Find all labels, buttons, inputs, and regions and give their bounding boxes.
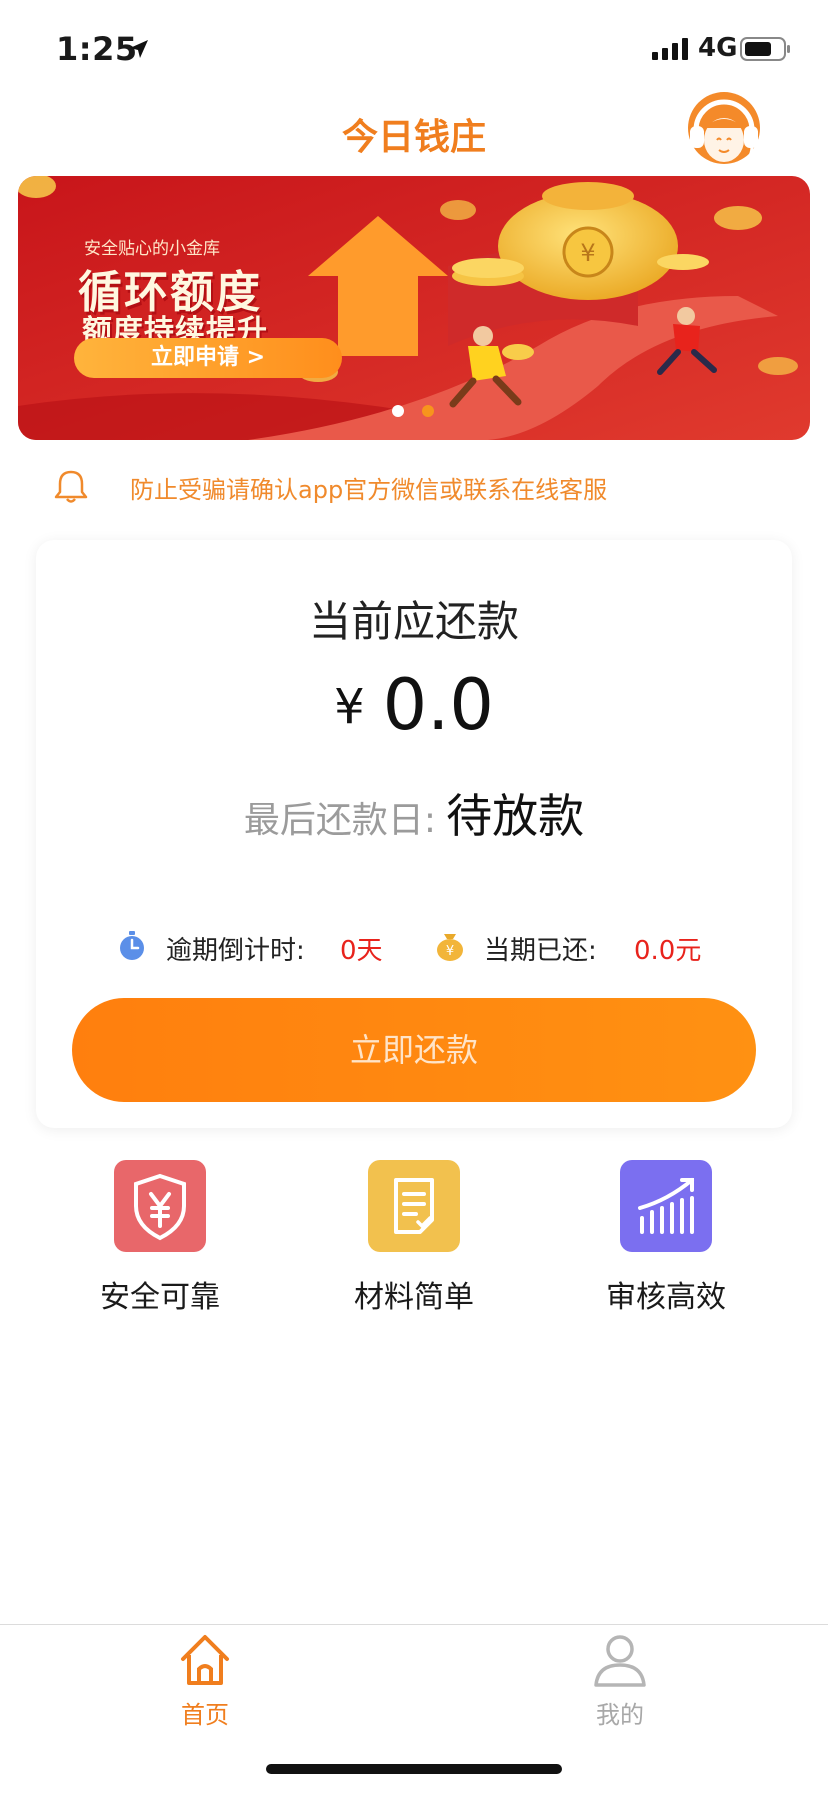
carousel-dot-active[interactable] [422,405,434,417]
feature-efficient: 审核高效 [576,1160,756,1330]
currency-symbol: ¥ [334,679,365,735]
overdue-countdown: 逾期倒计时: 0天 [116,926,416,966]
promo-banner[interactable]: ¥ 安全贴心的小金库 循环额度 额度持续提升 立即申请 > [18,176,810,440]
status-time: 1:25 [56,30,138,68]
notice-text: 防止受骗请确认app官方微信或联系在线客服 [130,476,608,504]
location-arrow-icon [130,40,148,58]
network-type: 4G [698,33,738,63]
customer-service-icon[interactable] [682,88,766,178]
repay-now-button[interactable]: 立即还款 [72,998,756,1102]
repayment-stats: 逾期倒计时: 0天 ¥ 当期已还: 0.0元 [116,926,756,966]
feature-simple: 材料简单 [324,1160,504,1330]
bar-chart-icon [620,1160,712,1252]
current-due-label: 当前应还款 [308,597,519,646]
paid-this-period: ¥ 当期已还: 0.0元 [434,926,754,966]
tab-mine-label: 我的 [596,1701,644,1729]
overdue-value: 0天 [340,936,383,966]
tab-home[interactable]: 首页 [145,1629,265,1729]
last-day-label: 最后还款日: [243,800,437,841]
feature-secure: 安全可靠 [70,1160,250,1330]
due-amount: ¥0.0 [36,664,792,746]
svg-text:¥: ¥ [580,239,595,267]
home-indicator [266,1764,562,1774]
tab-home-label: 首页 [181,1701,229,1729]
carousel-indicator [392,402,452,421]
due-amount-value: 0.0 [382,664,494,746]
paid-value: 0.0元 [634,936,702,966]
last-repayment-day: 最后还款日: 待放款 [36,780,792,846]
repayment-card: 当前应还款 ¥0.0 最后还款日: 待放款 逾期倒计时: 0天 ¥ 当期已还: 0… [36,540,792,1128]
status-bar: 1:25 4G [0,0,828,96]
feature-label: 材料简单 [354,1280,474,1315]
paid-label: 当期已还: [484,936,597,966]
tab-mine[interactable]: 我的 [560,1629,680,1729]
document-icon [368,1160,460,1252]
notice-bar: 防止受骗请确认app官方微信或联系在线客服 [48,466,788,506]
signal-icon [652,38,688,60]
home-icon [181,1635,229,1685]
svg-text:¥: ¥ [446,944,454,959]
stopwatch-icon [120,931,144,960]
money-bag-icon: ¥ [437,934,463,961]
user-icon [594,1635,646,1687]
carousel-dot[interactable] [392,405,404,417]
feature-label: 安全可靠 [100,1280,220,1315]
feature-label: 审核高效 [606,1280,726,1315]
overdue-label: 逾期倒计时: [166,936,305,966]
shield-yen-icon [114,1160,206,1252]
bell-icon [54,470,88,503]
apply-now-button[interactable]: 立即申请 > [74,338,342,378]
battery-icon [740,37,790,61]
last-day-value: 待放款 [446,789,585,843]
